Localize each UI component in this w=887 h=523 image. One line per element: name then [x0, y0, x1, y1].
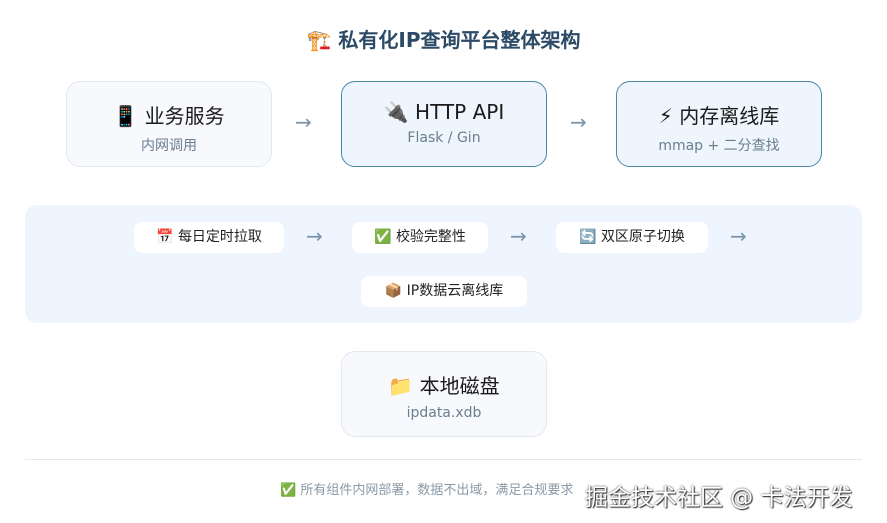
check-icon: ✅	[374, 229, 392, 245]
refresh-icon: 🔄	[579, 229, 597, 245]
crane-icon: 🏗️	[306, 28, 332, 52]
pipeline-step-fetch: 📅 每日定时拉取	[134, 222, 284, 253]
box-subtitle: Flask / Gin	[407, 130, 481, 146]
plug-icon: 🔌	[383, 100, 409, 124]
watermark: 掘金技术社区 @ 卡法开发	[585, 485, 853, 511]
package-icon: 📦	[384, 283, 403, 299]
box-title: 内存离线库	[679, 104, 780, 128]
step-label: IP数据云离线库	[406, 283, 504, 299]
pipeline-step-switch: 🔄 双区原子切换	[556, 222, 708, 253]
lightning-icon: ⚡	[658, 104, 673, 128]
divider	[25, 459, 862, 460]
business-service-box: 📱 业务服务 内网调用	[66, 81, 272, 167]
phone-icon: 📱	[113, 104, 139, 128]
footer-text: 所有组件内网部署，数据不出域，满足合规要求	[300, 483, 574, 498]
memory-db-box: ⚡ 内存离线库 mmap + 二分查找	[616, 81, 822, 167]
calendar-icon: 📅	[156, 229, 174, 245]
step-label: 校验完整性	[395, 229, 466, 245]
box-subtitle: mmap + 二分查找	[658, 138, 780, 154]
arrow-icon: →	[570, 110, 587, 134]
title-text: 私有化IP查询平台整体架构	[338, 28, 581, 52]
pipeline-step-source: 📦 IP数据云离线库	[361, 276, 527, 307]
arrow-icon: →	[295, 110, 312, 134]
box-subtitle: ipdata.xdb	[406, 405, 482, 421]
http-api-box: 🔌 HTTP API Flask / Gin	[341, 81, 547, 167]
footer-note: ✅ 所有组件内网部署，数据不出域，满足合规要求	[280, 479, 573, 498]
arrow-icon: →	[730, 224, 747, 248]
pipeline-step-verify: ✅ 校验完整性	[352, 222, 488, 253]
box-title: 业务服务	[144, 104, 225, 128]
box-title: 本地磁盘	[419, 374, 500, 398]
local-disk-box: 📁 本地磁盘 ipdata.xdb	[341, 351, 547, 437]
folder-icon: 📁	[388, 374, 414, 398]
check-icon: ✅	[280, 483, 297, 498]
page-title: 🏗️ 私有化IP查询平台整体架构	[0, 24, 887, 53]
box-subtitle: 内网调用	[141, 138, 197, 154]
arrow-icon: →	[306, 224, 323, 248]
box-title: HTTP API	[415, 100, 505, 124]
step-label: 每日定时拉取	[177, 229, 262, 245]
arrow-icon: →	[510, 224, 527, 248]
step-label: 双区原子切换	[600, 229, 685, 245]
